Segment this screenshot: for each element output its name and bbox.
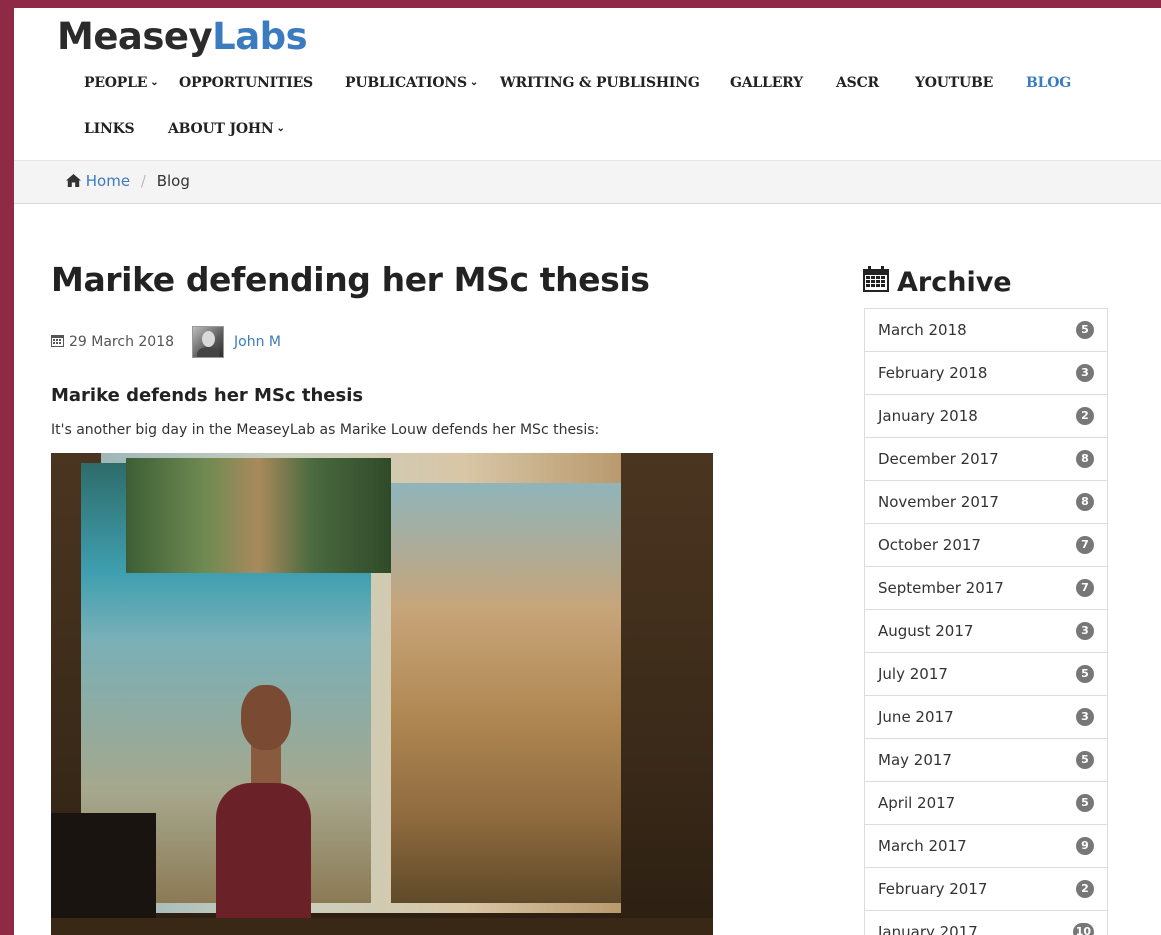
archive-title: Archive (897, 267, 1012, 298)
archive-item-label: September 2017 (878, 579, 1004, 597)
chevron-down-icon: ⌄ (276, 123, 285, 134)
nav-blog[interactable]: BLOG (1026, 74, 1071, 92)
nav-gallery[interactable]: GALLERY (730, 74, 803, 92)
nav-ascr[interactable]: ASCR (836, 74, 879, 92)
archive-item[interactable]: July 2017 5 (865, 653, 1107, 696)
nav-people-label: PEOPLE (84, 75, 148, 91)
archive-item[interactable]: November 2017 8 (865, 481, 1107, 524)
nav-people[interactable]: PEOPLE ⌄ (84, 74, 159, 94)
chevron-down-icon: ⌄ (469, 77, 479, 88)
archive-count-badge: 2 (1076, 407, 1094, 425)
nav-about-john-label: ABOUT JOHN (168, 121, 274, 137)
archive-count-badge: 7 (1076, 579, 1094, 597)
breadcrumb-separator: / (140, 172, 146, 190)
archive-item[interactable]: December 2017 8 (865, 438, 1107, 481)
archive-item[interactable]: February 2017 2 (865, 868, 1107, 911)
archive-count-badge: 8 (1076, 450, 1094, 468)
home-icon[interactable] (66, 172, 86, 190)
archive-item[interactable]: October 2017 7 (865, 524, 1107, 567)
nav-ascr-label: ASCR (836, 75, 879, 91)
archive-item-label: February 2018 (878, 364, 988, 382)
nav-links-label: LINKS (84, 121, 135, 137)
breadcrumb-bar: Home / Blog (14, 160, 1161, 204)
nav-opportunities[interactable]: OPPORTUNITIES (179, 74, 313, 92)
archive-item-label: January 2017 (878, 923, 978, 935)
archive-count-badge: 10 (1072, 923, 1094, 935)
archive-item-label: March 2017 (878, 837, 967, 855)
article-title[interactable]: Marike defending her MSc thesis (51, 260, 650, 299)
archive-item[interactable]: January 2018 2 (865, 395, 1107, 438)
author-link[interactable]: John M (234, 334, 281, 350)
archive-item-label: January 2018 (878, 407, 978, 425)
logo-text-labs: Labs (212, 15, 308, 58)
archive-item[interactable]: March 2018 5 (865, 309, 1107, 352)
archive-item[interactable]: September 2017 7 (865, 567, 1107, 610)
archive-item-label: February 2017 (878, 880, 988, 898)
nav-youtube[interactable]: YOUTUBE (915, 74, 993, 92)
site-logo[interactable]: MeaseyLabs (57, 12, 308, 62)
archive-count-badge: 3 (1076, 364, 1094, 382)
calendar-icon (863, 266, 889, 299)
breadcrumb-home-link[interactable]: Home (86, 172, 130, 190)
archive-count-badge: 5 (1076, 794, 1094, 812)
archive-count-badge: 2 (1076, 880, 1094, 898)
nav-gallery-label: GALLERY (730, 75, 803, 91)
archive-count-badge: 9 (1076, 837, 1094, 855)
archive-count-badge: 8 (1076, 493, 1094, 511)
author-avatar[interactable] (192, 326, 225, 358)
archive-item-label: August 2017 (878, 622, 974, 640)
archive-item-label: December 2017 (878, 450, 999, 468)
archive-item-label: May 2017 (878, 751, 952, 769)
archive-item-label: November 2017 (878, 493, 999, 511)
archive-heading: Archive (863, 266, 1012, 299)
article-photo (51, 453, 713, 935)
archive-count-badge: 3 (1076, 622, 1094, 640)
archive-item[interactable]: May 2017 5 (865, 739, 1107, 782)
nav-youtube-label: YOUTUBE (915, 75, 994, 91)
archive-item[interactable]: March 2017 9 (865, 825, 1107, 868)
article-intro: It's another big day in the MeaseyLab as… (51, 422, 600, 438)
article-date: 29 March 2018 (69, 334, 175, 350)
archive-item-label: April 2017 (878, 794, 956, 812)
article-meta: 29 March 2018 John M (51, 326, 281, 358)
archive-list: March 2018 5 February 2018 3 January 2018 2 De… (864, 308, 1108, 935)
archive-item[interactable]: April 2017 5 (865, 782, 1107, 825)
archive-count-badge: 5 (1076, 321, 1094, 339)
logo-text-measey: Measey (57, 15, 213, 58)
article-subtitle: Marike defends her MSc thesis (51, 385, 364, 406)
nav-links[interactable]: LINKS (84, 120, 135, 138)
archive-item[interactable]: June 2017 3 (865, 696, 1107, 739)
nav-publications[interactable]: PUBLICATIONS ⌄ (345, 74, 478, 94)
nav-writing-publishing-label: WRITING & PUBLISHING (500, 75, 700, 91)
breadcrumb-current: Blog (156, 172, 190, 190)
archive-item[interactable]: January 2017 10 (865, 911, 1107, 935)
archive-count-badge: 5 (1076, 751, 1094, 769)
archive-item[interactable]: August 2017 3 (865, 610, 1107, 653)
calendar-icon (51, 334, 64, 351)
chevron-down-icon: ⌄ (150, 77, 159, 88)
nav-opportunities-label: OPPORTUNITIES (179, 75, 313, 91)
archive-count-badge: 7 (1076, 536, 1094, 554)
nav-publications-label: PUBLICATIONS (345, 75, 467, 91)
archive-count-badge: 3 (1076, 708, 1094, 726)
nav-blog-label: BLOG (1026, 75, 1072, 91)
archive-item-label: June 2017 (878, 708, 954, 726)
archive-count-badge: 5 (1076, 665, 1094, 683)
archive-item-label: March 2018 (878, 321, 967, 339)
nav-about-john[interactable]: ABOUT JOHN ⌄ (168, 120, 285, 140)
nav-writing-publishing[interactable]: WRITING & PUBLISHING (500, 74, 700, 92)
archive-item-label: October 2017 (878, 536, 981, 554)
archive-item-label: July 2017 (878, 665, 948, 683)
page: MeaseyLabs PEOPLE ⌄ OPPORTUNITIES PUBLICA… (14, 8, 1161, 935)
archive-item[interactable]: February 2018 3 (865, 352, 1107, 395)
breadcrumb: Home / Blog (66, 172, 190, 190)
